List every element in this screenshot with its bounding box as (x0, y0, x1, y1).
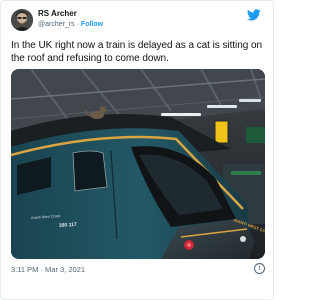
tweet-photo[interactable]: Avanti West Coast 390 117 AVANTI WEST CO… (11, 69, 265, 259)
avatar-image (11, 9, 33, 31)
info-icon[interactable]: i (254, 263, 265, 274)
train-photo: Avanti West Coast 390 117 AVANTI WEST CO… (11, 69, 265, 259)
follow-button[interactable]: Follow (81, 21, 103, 28)
avatar[interactable] (11, 9, 33, 31)
separator-dot: · (76, 21, 79, 28)
tweet-card: RS Archer @archer_rs · Follow In the UK … (0, 0, 274, 300)
train-number: 390 117 (59, 222, 77, 229)
tweet-header: RS Archer @archer_rs · Follow (11, 9, 265, 35)
author-name[interactable]: RS Archer (38, 10, 103, 18)
tweet-text: In the UK right now a train is delayed a… (11, 40, 262, 64)
handle-row: @archer_rs · Follow (38, 21, 103, 28)
author-handle[interactable]: @archer_rs (38, 21, 75, 28)
author-block: RS Archer @archer_rs · Follow (38, 10, 103, 29)
twitter-bird-icon[interactable] (247, 9, 261, 21)
tweet-timestamp[interactable]: 3:11 PM · Mar 3, 2021 (11, 265, 85, 274)
